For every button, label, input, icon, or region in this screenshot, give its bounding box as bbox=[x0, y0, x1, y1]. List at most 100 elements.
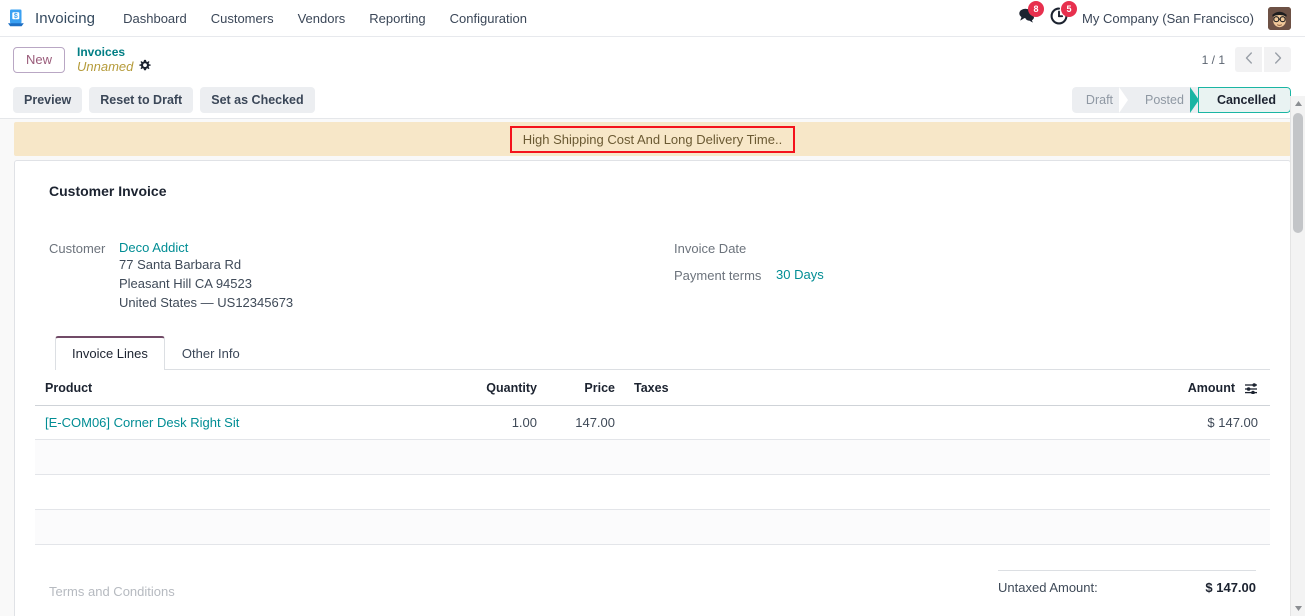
status-stage-cancelled[interactable]: Cancelled bbox=[1189, 87, 1291, 113]
table-row-empty[interactable] bbox=[35, 474, 1270, 510]
top-navbar: $ Invoicing Dashboard Customers Vendors … bbox=[0, 0, 1305, 37]
cell-empty bbox=[953, 509, 1270, 545]
invoice-date-field-row: Invoice Date bbox=[674, 240, 1256, 257]
menu-item-dashboard[interactable]: Dashboard bbox=[111, 2, 199, 35]
cell-empty bbox=[425, 509, 545, 545]
customer-address-line-3: United States — US12345673 bbox=[119, 295, 294, 310]
cell-empty bbox=[545, 439, 623, 475]
amount-header-inner: Amount bbox=[1188, 381, 1258, 395]
cell-empty bbox=[545, 474, 623, 510]
breadcrumb-current-record: Unnamed bbox=[77, 58, 152, 74]
invoice-lines-head: Product Quantity Price Taxes Amount bbox=[35, 370, 1270, 406]
breadcrumb: Invoices Unnamed bbox=[77, 45, 152, 74]
payment-terms-field-row: Payment terms 30 Days bbox=[674, 267, 1256, 283]
invoice-date-input[interactable] bbox=[776, 240, 916, 257]
table-header-row: Product Quantity Price Taxes Amount bbox=[35, 370, 1270, 406]
set-as-checked-button[interactable]: Set as Checked bbox=[200, 87, 315, 113]
customer-value-block: Deco Addict 77 Santa Barbara Rd Pleasant… bbox=[119, 240, 293, 312]
tab-other-info[interactable]: Other Info bbox=[165, 336, 257, 370]
cell-price[interactable]: 147.00 bbox=[545, 405, 623, 440]
page-scrollbar[interactable] bbox=[1290, 96, 1305, 616]
cell-empty bbox=[953, 439, 1270, 475]
status-stage-draft[interactable]: Draft bbox=[1071, 87, 1129, 113]
form-columns: Customer Deco Addict 77 Santa Barbara Rd… bbox=[35, 240, 1270, 322]
cell-product[interactable]: [E-COM06] Corner Desk Right Sit bbox=[35, 405, 425, 440]
payment-terms-value[interactable]: 30 Days bbox=[776, 267, 824, 282]
scroll-down-arrow-icon[interactable] bbox=[1291, 601, 1305, 616]
column-header-quantity[interactable]: Quantity bbox=[425, 370, 545, 406]
invoice-lines-table: Product Quantity Price Taxes Amount [E-C… bbox=[35, 370, 1270, 545]
company-selector[interactable]: My Company (San Francisco) bbox=[1082, 11, 1254, 26]
breadcrumb-current-label: Unnamed bbox=[77, 58, 134, 74]
menu-item-customers[interactable]: Customers bbox=[199, 2, 286, 35]
pager-count: 1 / 1 bbox=[1201, 52, 1225, 67]
customer-address-line-2: Pleasant Hill CA 94523 bbox=[119, 276, 252, 291]
menu-item-configuration[interactable]: Configuration bbox=[438, 2, 539, 35]
scroll-up-arrow-icon[interactable] bbox=[1291, 96, 1305, 111]
column-header-amount-label: Amount bbox=[1187, 381, 1235, 395]
table-row[interactable]: [E-COM06] Corner Desk Right Sit 1.00 147… bbox=[35, 405, 1270, 440]
chevron-left-icon bbox=[1245, 52, 1253, 67]
customer-name-link[interactable]: Deco Addict bbox=[119, 240, 293, 255]
customer-field-row: Customer Deco Addict 77 Santa Barbara Rd… bbox=[49, 240, 674, 312]
column-header-product[interactable]: Product bbox=[35, 370, 425, 406]
menu-item-vendors[interactable]: Vendors bbox=[286, 2, 358, 35]
table-row-empty[interactable] bbox=[35, 439, 1270, 475]
chevron-right-icon bbox=[1274, 52, 1282, 67]
table-row-empty[interactable] bbox=[35, 509, 1270, 545]
pager-previous-button[interactable] bbox=[1235, 47, 1262, 72]
cell-empty bbox=[545, 509, 623, 545]
app-brand[interactable]: $ Invoicing bbox=[6, 8, 95, 28]
column-header-amount[interactable]: Amount bbox=[953, 370, 1270, 406]
warning-banner: High Shipping Cost And Long Delivery Tim… bbox=[14, 122, 1291, 156]
record-pager: 1 / 1 bbox=[1202, 47, 1291, 72]
cell-empty bbox=[953, 474, 1270, 510]
payment-terms-label: Payment terms bbox=[674, 268, 762, 283]
totals-block: Untaxed Amount: $ 147.00 bbox=[998, 570, 1256, 595]
preview-button[interactable]: Preview bbox=[13, 87, 83, 113]
gear-icon[interactable] bbox=[139, 59, 152, 74]
messages-button[interactable]: 8 bbox=[1017, 1, 1045, 29]
untaxed-amount-label: Untaxed Amount: bbox=[998, 580, 1098, 595]
tab-invoice-lines[interactable]: Invoice Lines bbox=[55, 336, 165, 370]
sheet-footer: Terms and Conditions Untaxed Amount: $ 1… bbox=[15, 570, 1290, 616]
column-options-icon[interactable] bbox=[1244, 382, 1258, 394]
invoice-date-label: Invoice Date bbox=[674, 241, 747, 256]
form-column-left: Customer Deco Addict 77 Santa Barbara Rd… bbox=[49, 240, 674, 322]
invoice-form-sheet: Customer Invoice Customer Deco Addict 77… bbox=[14, 160, 1291, 616]
form-notebook-tabs: Invoice Lines Other Info bbox=[55, 336, 1270, 370]
cell-empty bbox=[623, 439, 953, 475]
status-stage-posted[interactable]: Posted bbox=[1127, 87, 1199, 113]
pager-next-button[interactable] bbox=[1264, 47, 1291, 72]
app-name: Invoicing bbox=[35, 9, 96, 27]
cell-empty bbox=[35, 509, 425, 545]
status-bar: Draft Posted Cancelled bbox=[1071, 87, 1291, 113]
cell-taxes[interactable] bbox=[623, 405, 953, 440]
breadcrumb-row: New Invoices Unnamed 1 / 1 bbox=[0, 37, 1305, 82]
form-column-right: Invoice Date Payment terms 30 Days bbox=[674, 240, 1256, 322]
activities-button[interactable]: 5 bbox=[1050, 0, 1078, 30]
breadcrumb-parent-invoices[interactable]: Invoices bbox=[77, 45, 151, 59]
main-menu: Dashboard Customers Vendors Reporting Co… bbox=[111, 2, 539, 35]
page-title: Customer Invoice bbox=[49, 183, 167, 199]
customer-label: Customer bbox=[49, 241, 106, 256]
svg-text:$: $ bbox=[14, 13, 18, 20]
customer-address-line-1: 77 Santa Barbara Rd bbox=[119, 257, 242, 272]
cell-empty bbox=[35, 439, 425, 475]
scrollbar-thumb[interactable] bbox=[1293, 113, 1303, 233]
messages-count-badge: 8 bbox=[1028, 1, 1045, 17]
navbar-right-group: 8 5 My Company (San Francisco) bbox=[1017, 0, 1295, 30]
new-record-button[interactable]: New bbox=[13, 46, 66, 73]
menu-item-reporting[interactable]: Reporting bbox=[357, 2, 437, 35]
column-header-taxes[interactable]: Taxes bbox=[623, 370, 953, 406]
column-header-price[interactable]: Price bbox=[545, 370, 623, 406]
control-panel-actions: Preview Reset to Draft Set as Checked Dr… bbox=[0, 82, 1305, 119]
terms-and-conditions-input[interactable]: Terms and Conditions bbox=[49, 570, 175, 599]
untaxed-amount-value: $ 147.00 bbox=[1205, 580, 1256, 595]
cell-empty bbox=[35, 474, 425, 510]
cell-quantity[interactable]: 1.00 bbox=[425, 405, 545, 440]
cell-amount: $ 147.00 bbox=[953, 405, 1270, 440]
user-avatar[interactable] bbox=[1268, 6, 1291, 30]
reset-to-draft-button[interactable]: Reset to Draft bbox=[89, 87, 194, 113]
product-link[interactable]: [E-COM06] Corner Desk Right Sit bbox=[45, 415, 239, 430]
